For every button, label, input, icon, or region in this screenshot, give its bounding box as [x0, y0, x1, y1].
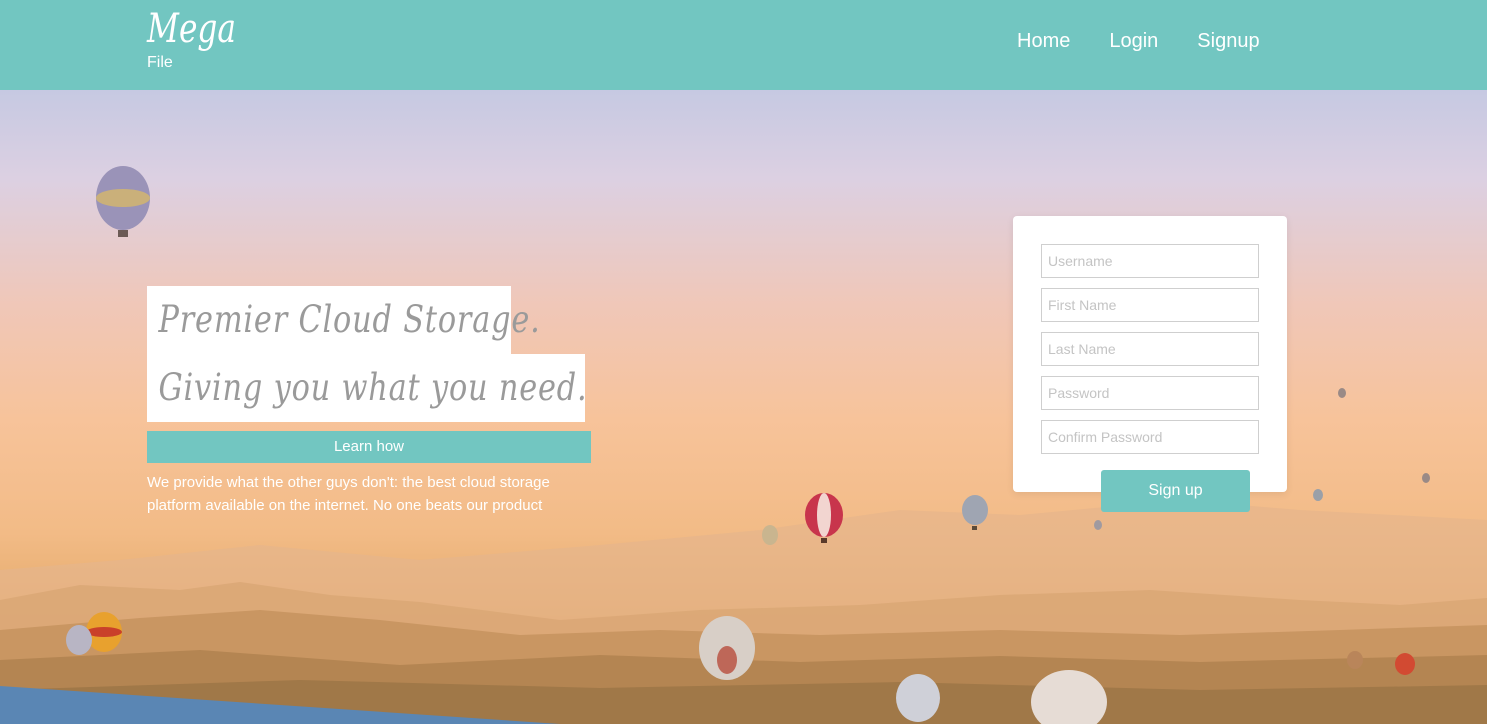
headline-line-2: Giving you what you need. [147, 354, 588, 422]
headline-text-2: Giving you what you need. [158, 366, 588, 409]
nav-signup-link[interactable]: Signup [1197, 30, 1259, 53]
logo-title: Mega [147, 6, 236, 52]
main-nav: Home Login Signup [1017, 30, 1260, 53]
last-name-input[interactable] [1041, 332, 1259, 366]
username-input[interactable] [1041, 244, 1259, 278]
hero-description: We provide what the other guys don't: th… [147, 474, 550, 514]
headline-line-1: Premier Cloud Storage. [147, 286, 541, 354]
signup-submit-button[interactable]: Sign up [1101, 470, 1250, 512]
first-name-input[interactable] [1041, 288, 1259, 322]
site-logo[interactable]: Mega File [147, 6, 261, 72]
signup-form-card [1013, 216, 1287, 492]
top-navbar: Mega File Home Login Signup [0, 0, 1487, 90]
confirm-password-input[interactable] [1041, 420, 1259, 454]
nav-home-link[interactable]: Home [1017, 30, 1070, 53]
learn-how-button[interactable]: Learn how [147, 431, 591, 463]
headline-text-1: Premier Cloud Storage. [158, 298, 541, 341]
password-input[interactable] [1041, 376, 1259, 410]
logo-subtitle: File [147, 54, 173, 71]
nav-login-link[interactable]: Login [1109, 30, 1158, 53]
